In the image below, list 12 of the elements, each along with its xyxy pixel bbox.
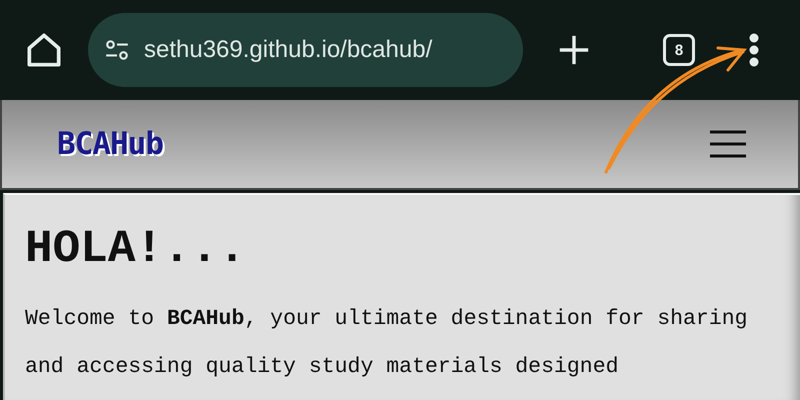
greeting-heading: HOLA!... (25, 223, 247, 275)
menu-icon (708, 130, 748, 158)
more-icon (749, 33, 759, 67)
new-tab-button[interactable] (557, 33, 591, 67)
welcome-paragraph: Welcome to BCAHub, your ultimate destination for sharing and accessing quality study materials designed (25, 306, 749, 381)
url-text: sethu369.github.io/bcahub/ (144, 36, 432, 64)
plus-icon (557, 33, 591, 67)
address-bar[interactable]: sethu369.github.io/bcahub/ (88, 13, 523, 87)
tab-count-button[interactable]: 8 (663, 34, 695, 66)
menu-button[interactable] (708, 130, 748, 158)
menu-button[interactable] (749, 33, 759, 67)
site-logo[interactable]: BCAHub (57, 126, 163, 162)
